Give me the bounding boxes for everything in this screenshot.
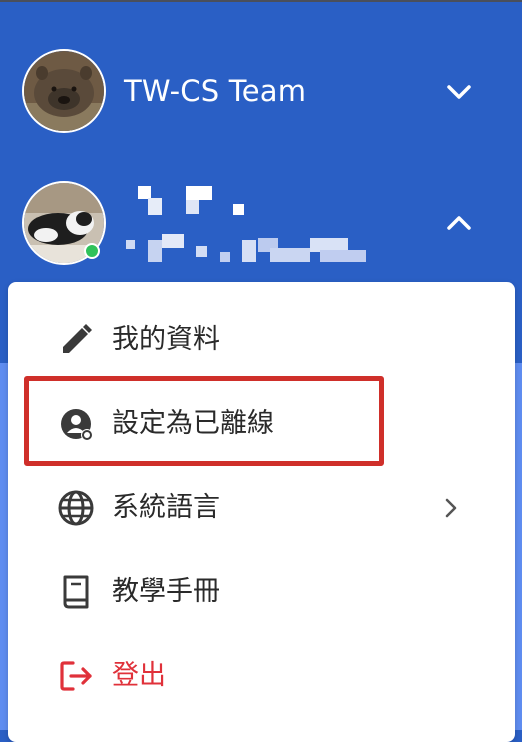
menu-item-my-profile[interactable]: 我的資料 xyxy=(8,298,515,382)
chevron-up-icon[interactable] xyxy=(444,208,474,238)
menu-item-system-language[interactable]: 系統語言 xyxy=(8,466,515,550)
chevron-right-icon xyxy=(445,498,457,518)
user-dropdown-menu: 我的資料 設定為已離線 系統語言 教學手冊 登出 xyxy=(8,282,515,742)
globe-icon xyxy=(58,490,94,526)
menu-item-user-manual[interactable]: 教學手冊 xyxy=(8,550,515,634)
pencil-icon xyxy=(63,324,92,353)
menu-item-label: 登出 xyxy=(112,660,166,691)
menu-item-label: 系統語言 xyxy=(112,492,220,523)
offline-user-icon xyxy=(61,409,93,441)
window-top-border xyxy=(0,0,522,2)
team-avatar[interactable] xyxy=(22,49,106,133)
team-name[interactable]: TW-CS Team xyxy=(124,74,306,108)
menu-item-set-offline[interactable]: 設定為已離線 xyxy=(8,382,515,466)
online-status-indicator xyxy=(84,243,100,259)
menu-item-label: 我的資料 xyxy=(112,324,220,355)
book-icon xyxy=(63,575,89,609)
menu-item-logout[interactable]: 登出 xyxy=(8,634,515,718)
logout-icon xyxy=(60,661,92,691)
menu-item-label: 教學手冊 xyxy=(112,576,220,607)
chevron-down-icon[interactable] xyxy=(444,77,474,107)
menu-item-label: 設定為已離線 xyxy=(112,408,274,439)
